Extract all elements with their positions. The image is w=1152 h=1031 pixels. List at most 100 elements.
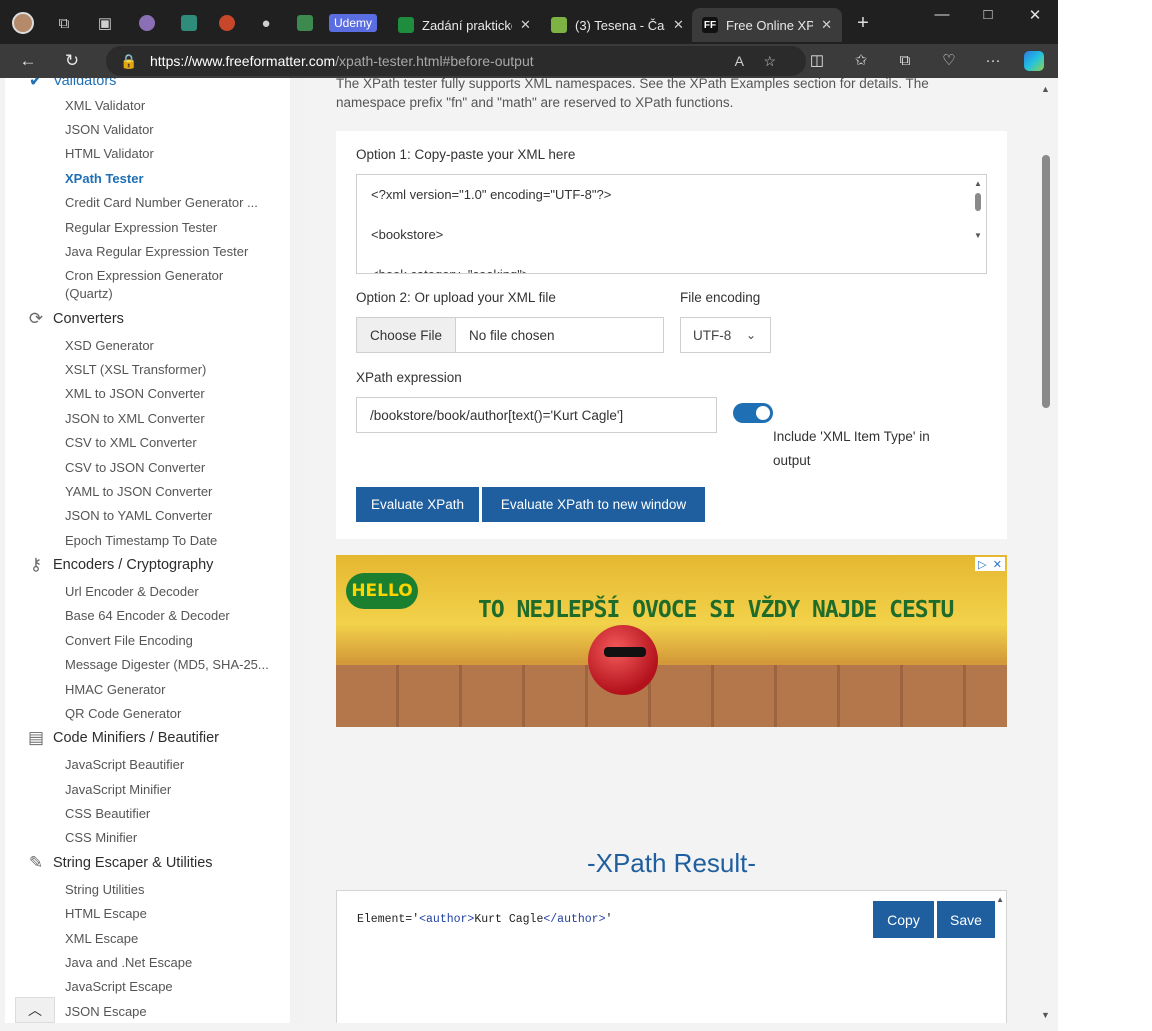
save-button[interactable]: Save xyxy=(937,901,995,938)
sidebar-item-json-validator[interactable]: JSON Validator xyxy=(65,122,154,137)
sidebar-item[interactable]: CSS Minifier xyxy=(65,830,137,845)
pinned-tab-icon[interactable] xyxy=(294,12,316,34)
xml-item-type-toggle[interactable] xyxy=(733,403,773,423)
sidebar-item[interactable]: Base 64 Encoder & Decoder xyxy=(65,608,230,623)
sidebar-item[interactable]: JavaScript Minifier xyxy=(65,782,171,797)
evaluate-new-window-button[interactable]: Evaluate XPath to new window xyxy=(482,487,705,522)
sidebar-item[interactable]: CSS Beautifier xyxy=(65,806,150,821)
scroll-thumb[interactable] xyxy=(1042,155,1050,408)
sidebar-item[interactable]: XML to JSON Converter xyxy=(65,386,205,401)
profile-avatar[interactable] xyxy=(12,12,34,34)
sidebar-item-cron-quartz[interactable]: (Quartz) xyxy=(65,286,113,301)
sidebar-item[interactable]: Url Encoder & Decoder xyxy=(65,584,199,599)
favorite-star-icon[interactable]: ☆ xyxy=(763,53,776,70)
collections-icon[interactable]: ⧉ xyxy=(893,49,917,73)
scroll-up-icon[interactable]: ▲ xyxy=(972,179,984,189)
new-tab-button[interactable]: + xyxy=(848,12,878,34)
scroll-down-icon[interactable]: ▼ xyxy=(1041,1010,1050,1020)
github-icon[interactable]: ● xyxy=(255,12,277,34)
sidebar-item[interactable]: XSLT (XSL Transformer) xyxy=(65,362,206,377)
sidebar-heading-converters[interactable]: ⟳ Converters xyxy=(25,308,124,330)
xml-line: <book category="cooking"> xyxy=(371,265,972,273)
scroll-up-icon[interactable]: ▲ xyxy=(996,895,1004,904)
sidebar-item-html-validator[interactable]: HTML Validator xyxy=(65,146,154,161)
tab-udemy[interactable]: Udemy xyxy=(325,11,381,35)
sidebar-item[interactable]: JSON Escape xyxy=(65,1004,147,1019)
textarea-scrollbar[interactable]: ▲ ▼ xyxy=(972,179,984,251)
minimize-button[interactable]: — xyxy=(927,6,957,26)
scroll-down-icon[interactable]: ▼ xyxy=(972,231,984,241)
close-tab-icon[interactable]: ✕ xyxy=(673,17,684,33)
sidebar-heading-encoders[interactable]: ⚷ Encoders / Cryptography xyxy=(25,554,214,576)
sidebar-item[interactable]: JSON to YAML Converter xyxy=(65,508,212,523)
sidebar-item[interactable]: Epoch Timestamp To Date xyxy=(65,533,217,548)
address-bar[interactable]: 🔒 https://www.freeformatter.com /xpath-t… xyxy=(106,46,806,76)
sidebar-item[interactable]: XML Escape xyxy=(65,931,138,946)
tab-actions-icon[interactable]: ▣ xyxy=(94,12,116,34)
encoding-select[interactable]: UTF-8 ⌄ xyxy=(680,317,771,353)
copilot-icon[interactable] xyxy=(1022,49,1046,73)
ad-choices-icon[interactable]: ▷ ✕ xyxy=(975,557,1005,571)
more-menu-icon[interactable]: ··· xyxy=(981,49,1005,73)
back-to-top-button[interactable]: ︿ xyxy=(15,997,55,1023)
tab-title: Udemy xyxy=(329,14,378,32)
choose-file-button[interactable]: Choose File xyxy=(357,318,456,352)
sidebar-item[interactable]: CSV to JSON Converter xyxy=(65,460,205,475)
file-upload[interactable]: Choose File No file chosen xyxy=(356,317,664,353)
sidebar-item[interactable]: HMAC Generator xyxy=(65,682,165,697)
sidebar-item-credit-card[interactable]: Credit Card Number Generator ... xyxy=(65,195,258,210)
evaluate-xpath-button[interactable]: Evaluate XPath xyxy=(356,487,479,522)
sidebar-item[interactable]: Convert File Encoding xyxy=(65,633,193,648)
xml-input-textarea[interactable]: <?xml version="1.0" encoding="UTF-8"?> <… xyxy=(356,174,987,274)
pinned-tab-icon[interactable] xyxy=(178,12,200,34)
advertisement-banner[interactable]: HELLO TO NEJLEPŠÍ OVOCE SI VŽDY NAJDE CE… xyxy=(336,555,1007,727)
health-icon[interactable]: ♡ xyxy=(937,49,961,73)
sidebar-heading-escaper[interactable]: ✎ String Escaper & Utilities xyxy=(25,852,213,874)
favorites-icon[interactable]: ✩ xyxy=(849,49,873,73)
sidebar-item-cron[interactable]: Cron Expression Generator xyxy=(65,268,223,283)
result-output[interactable]: Element='<author>Kurt Cagle</author>' Co… xyxy=(336,890,1007,1023)
close-window-button[interactable]: ✕ xyxy=(1020,6,1050,26)
sidebar-item[interactable]: XSD Generator xyxy=(65,338,154,353)
workspaces-icon[interactable]: ⧉ xyxy=(53,12,75,34)
ad-info-icon[interactable]: ▷ xyxy=(978,558,986,571)
sidebar-item[interactable]: CSV to XML Converter xyxy=(65,435,197,450)
sidebar-item[interactable]: String Utilities xyxy=(65,882,144,897)
page-scrollbar[interactable]: ▲ ▼ xyxy=(1039,78,1053,1023)
sidebar-item-java-regex[interactable]: Java Regular Expression Tester xyxy=(65,244,248,259)
sidebar-item[interactable]: YAML to JSON Converter xyxy=(65,484,212,499)
sidebar-heading-validators[interactable]: ✔ Validators xyxy=(25,78,117,92)
lock-icon[interactable]: 🔒 xyxy=(120,53,137,70)
xpath-expression-input[interactable]: /bookstore/book/author[text()='Kurt Cagl… xyxy=(356,397,717,433)
scroll-thumb[interactable] xyxy=(975,193,981,211)
sidebar-item[interactable]: JavaScript Escape xyxy=(65,979,173,994)
tab-title: Zadání praktické xyxy=(422,17,512,33)
sidebar-item[interactable]: QR Code Generator xyxy=(65,706,181,721)
read-aloud-icon[interactable]: A xyxy=(735,53,744,69)
tab-tesena[interactable]: (3) Tesena - Časo ✕ xyxy=(541,8,694,42)
sidebar-item-regex[interactable]: Regular Expression Tester xyxy=(65,220,217,235)
sidebar-item[interactable]: JSON to XML Converter xyxy=(65,411,205,426)
sidebar-item-xpath-tester[interactable]: XPath Tester xyxy=(65,171,144,186)
scroll-up-icon[interactable]: ▲ xyxy=(1041,84,1050,94)
maximize-button[interactable]: □ xyxy=(973,6,1003,26)
result-close-tag: </author> xyxy=(543,913,606,926)
close-tab-icon[interactable]: ✕ xyxy=(821,17,832,33)
sidebar-item-xml-validator[interactable]: XML Validator xyxy=(65,98,145,113)
refresh-icon[interactable]: ↻ xyxy=(60,49,84,73)
split-screen-icon[interactable]: ◫ xyxy=(805,49,829,73)
tab-freeformatter[interactable]: FF Free Online XPat ✕ xyxy=(692,8,842,42)
sidebar-item[interactable]: Java and .Net Escape xyxy=(65,955,192,970)
close-tab-icon[interactable]: ✕ xyxy=(520,17,531,33)
ad-close-icon[interactable]: ✕ xyxy=(993,558,1002,571)
tab-zadani[interactable]: Zadání praktické ✕ xyxy=(388,8,541,42)
sidebar-item[interactable]: HTML Escape xyxy=(65,906,147,921)
pinned-tab-icon[interactable] xyxy=(216,12,238,34)
back-icon[interactable]: ← xyxy=(16,49,40,73)
sidebar-item[interactable]: JavaScript Beautifier xyxy=(65,757,184,772)
sidebar-heading-minifiers[interactable]: ▤ Code Minifiers / Beautifier xyxy=(25,727,219,749)
ff-favicon-icon: FF xyxy=(702,17,718,33)
sidebar-item[interactable]: Message Digester (MD5, SHA-25... xyxy=(65,657,269,672)
copy-button[interactable]: Copy xyxy=(873,901,934,938)
pinned-tab-icon[interactable] xyxy=(136,12,158,34)
